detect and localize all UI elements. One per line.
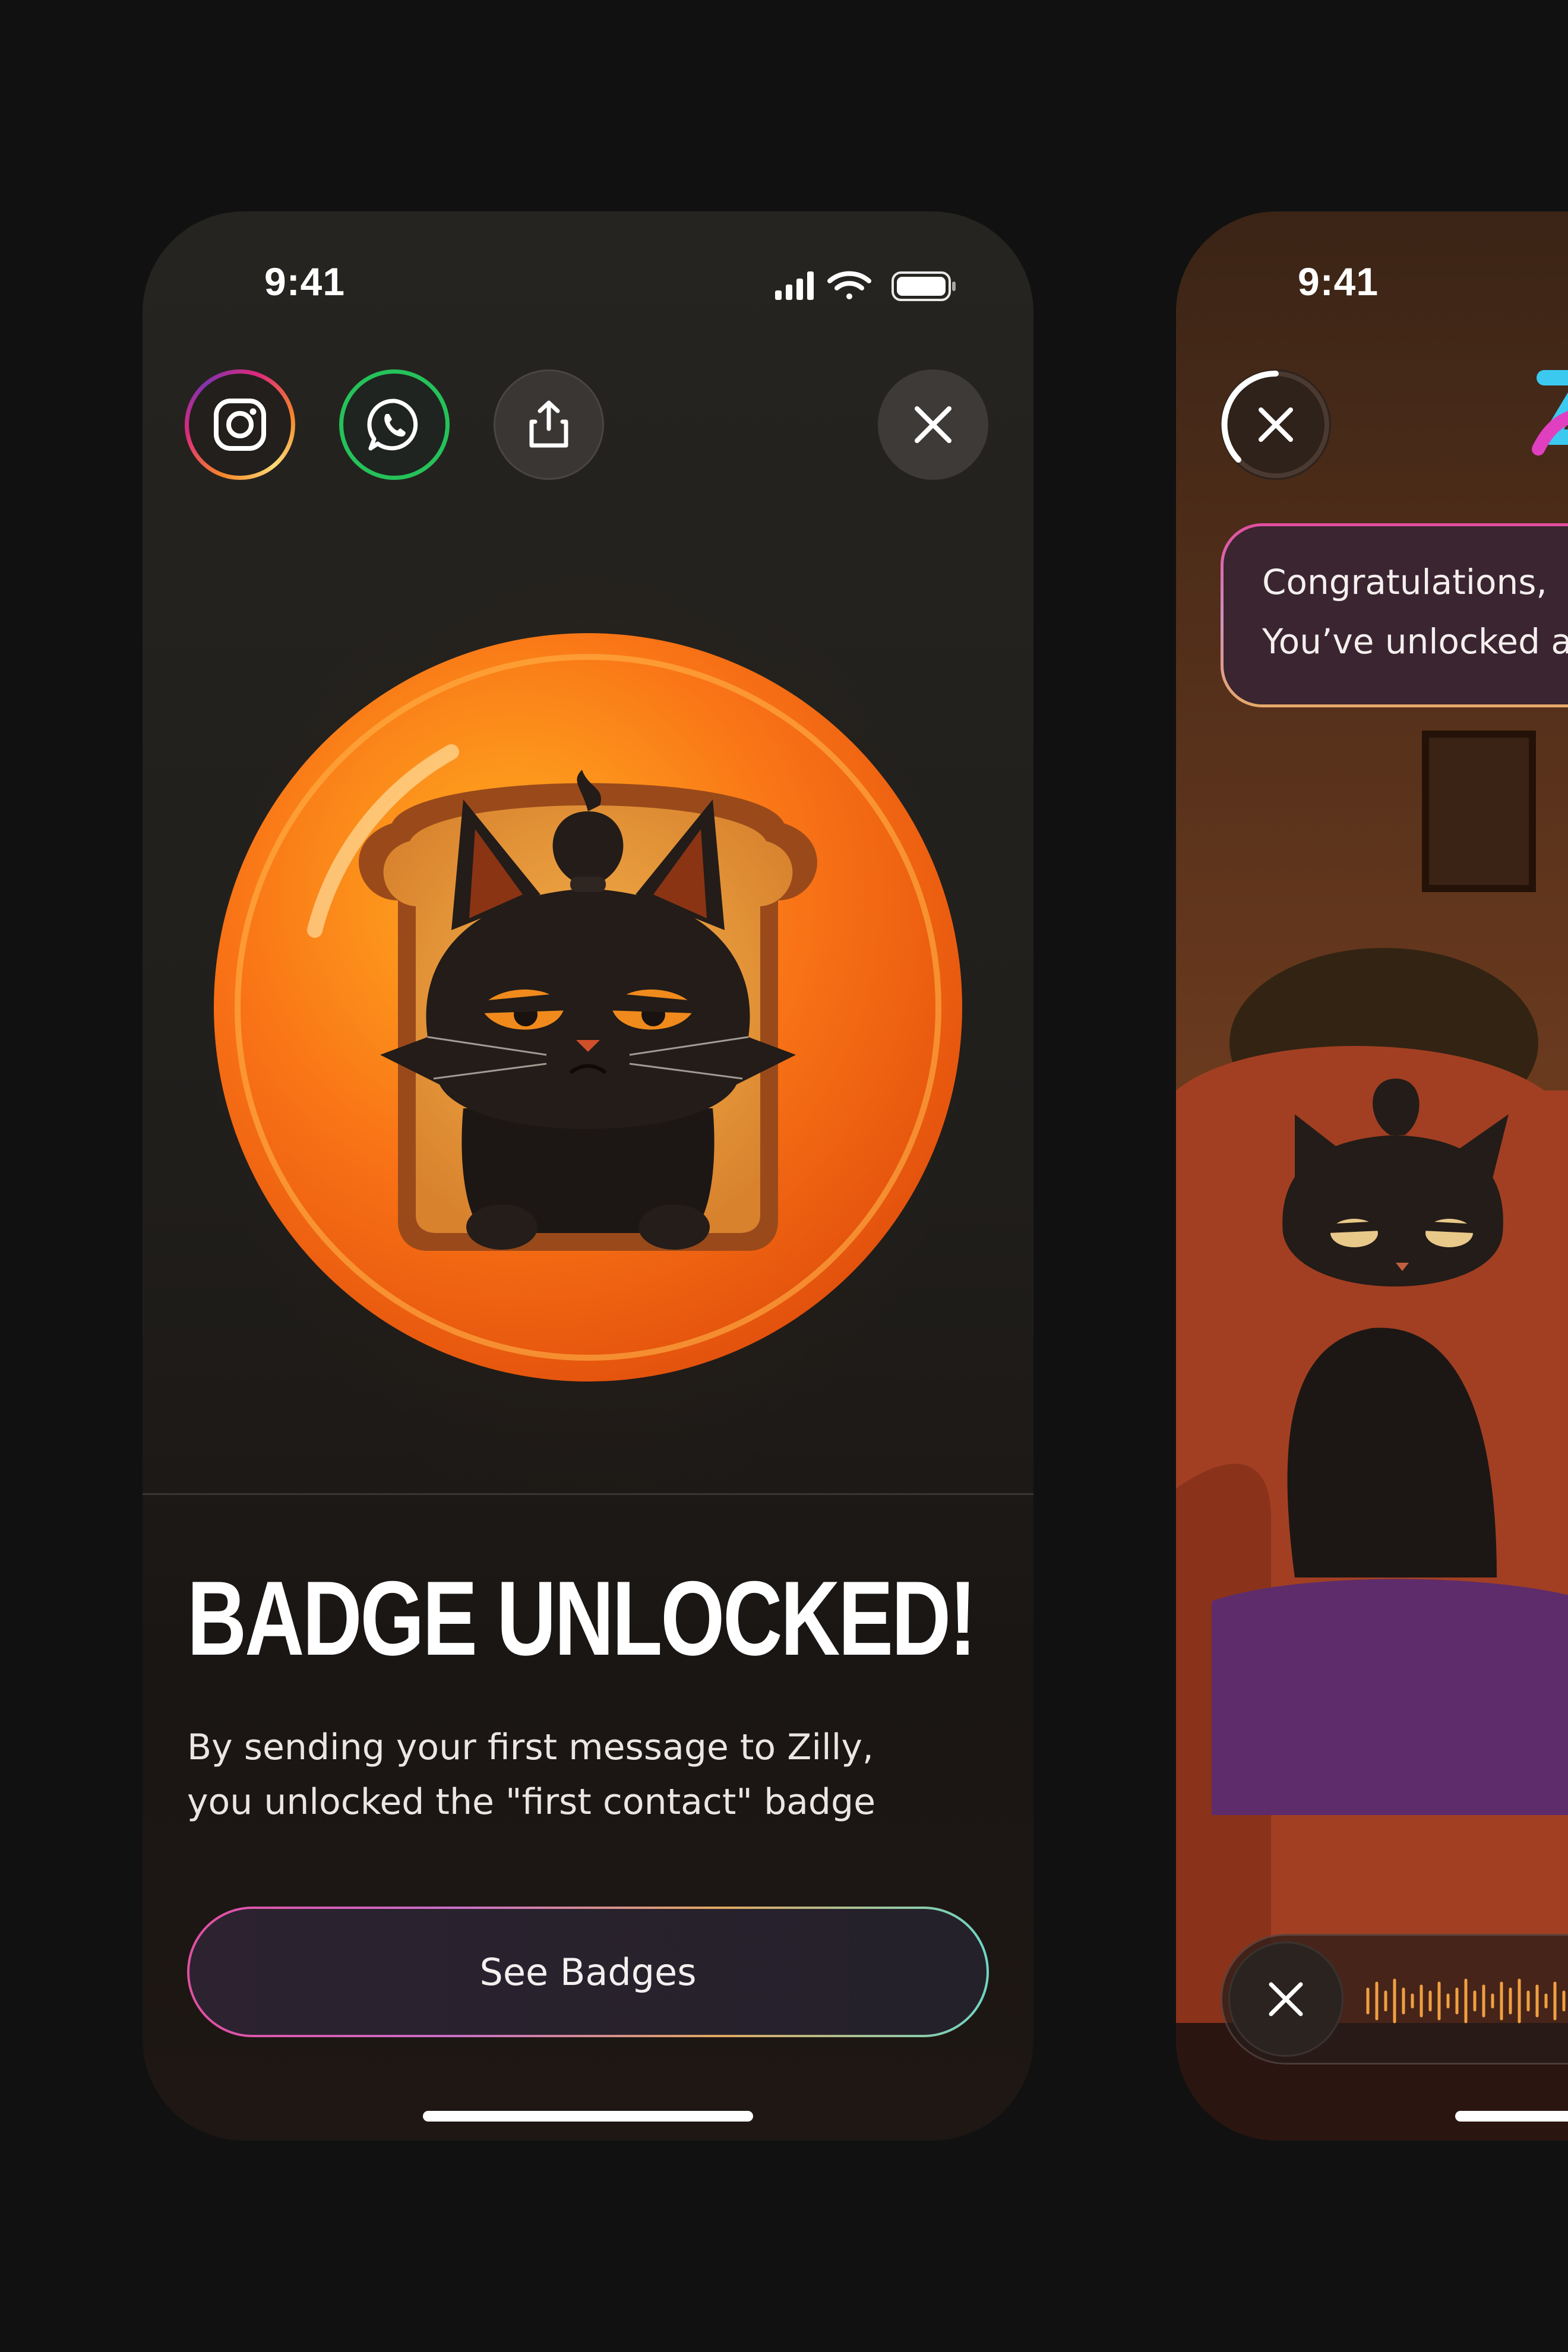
grumpy-cat-toast-badge <box>214 633 962 1382</box>
signal-icon <box>775 271 814 300</box>
whatsapp-icon <box>367 399 418 451</box>
audio-waveform-icon <box>1366 1978 1566 2024</box>
instagram-icon <box>214 399 266 451</box>
status-time: 9:41 <box>264 260 346 304</box>
close-icon <box>1259 407 1293 442</box>
badge-unlocked-screen: 9:41 BADGE UNLOCKED! By sending your fir… <box>143 211 1033 2141</box>
divider <box>143 1493 1033 1495</box>
status-time: 9:41 <box>1298 260 1379 304</box>
description-line: you unlocked the "first contact" badge <box>187 1781 876 1823</box>
description-line: By sending your first message to Zilly, <box>187 1727 874 1768</box>
cancel-recording-button[interactable] <box>1228 1942 1343 2057</box>
page-title: BADGE UNLOCKED! <box>187 1559 976 1677</box>
wifi-icon <box>827 271 871 299</box>
close-icon <box>915 406 951 443</box>
close-story-button[interactable] <box>1221 369 1331 480</box>
status-icons <box>775 271 956 301</box>
zilly-logo-icon <box>1532 370 1568 456</box>
home-indicator[interactable] <box>423 2111 753 2122</box>
see-badges-label: See Badges <box>479 1950 697 1994</box>
chat-screen: 9:41 Congratulations, You’ve unlocked a <box>1176 211 1568 2141</box>
congrats-message-bubble: Congratulations, You’ve unlocked a <box>1221 523 1568 707</box>
grumpy-cat-on-armchair <box>1176 211 1568 2141</box>
badge-area <box>143 461 1033 1494</box>
close-icon <box>1269 1982 1303 2016</box>
see-badges-button[interactable]: See Badges <box>187 1907 989 2037</box>
voice-recording-bar <box>1221 1934 1568 2065</box>
battery-icon <box>892 271 956 301</box>
message-line: You’ve unlocked a <box>1262 621 1568 662</box>
badge-description: By sending your first message to Zilly, … <box>187 1720 983 1829</box>
home-indicator[interactable] <box>1455 2111 1568 2122</box>
share-upload-icon <box>529 400 568 448</box>
message-line: Congratulations, <box>1262 562 1547 602</box>
